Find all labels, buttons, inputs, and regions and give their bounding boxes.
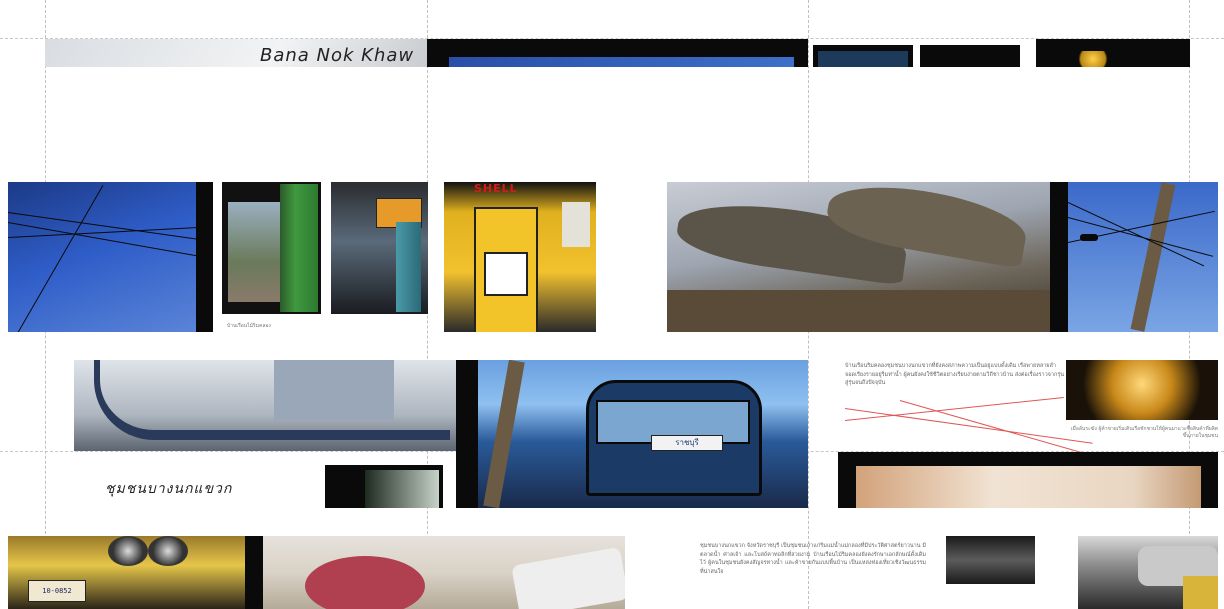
shell-sign: SHELL — [474, 182, 518, 195]
spread-title: Bana Nok Khaw — [260, 45, 415, 66]
photo-green-door — [222, 182, 321, 314]
decor-line — [844, 408, 1093, 444]
photo-lamp — [1036, 39, 1190, 67]
photo-car-front: 10-0852 — [8, 536, 245, 609]
decor-line — [899, 400, 1093, 457]
photo-small-dark — [920, 45, 1020, 67]
bus-destination-sign: ราชบุรี — [651, 435, 723, 451]
body-paragraph: ชุมชนบางนกแขวก จังหวัดราชบุรี เป็นชุมชนเ… — [700, 543, 926, 575]
photo-bus: ราชบุรี — [456, 360, 808, 508]
photo-alley — [946, 536, 1035, 584]
photo-gutter — [1050, 182, 1068, 332]
photo-interior-warm — [838, 452, 1218, 508]
photo-caption: เมื่อลั่นระฆัง ผู้ค้าขายเริ่มเดินเรือชัก… — [1070, 426, 1218, 439]
photo-small-interior — [325, 465, 443, 508]
decor-line — [844, 397, 1064, 421]
license-plate: 10-0852 — [28, 580, 86, 602]
photo-dark-top — [427, 39, 808, 67]
photo-table — [245, 536, 625, 609]
photo-caption: บ้านเรือนไม้ริมคลอง — [227, 323, 271, 329]
photo-corridor — [331, 182, 428, 314]
photo-wall-title: Bana Nok Khaw — [45, 39, 427, 67]
photo-pole-wires — [1068, 182, 1218, 332]
section-title: ชุมชนบางนกแขวก — [105, 481, 233, 497]
photo-boat-closeup — [74, 360, 456, 451]
photo-boats — [667, 182, 1050, 332]
photo-lit-sign — [1066, 360, 1218, 420]
photo-small-dark — [813, 45, 913, 67]
body-paragraph: บ้านเรือนริมคลองชุมชนบางนกแขวกที่ยังคงสภ… — [845, 363, 1065, 386]
photo-sky-wires — [8, 182, 213, 332]
photo-street-cars — [1078, 536, 1218, 609]
photo-gas-pump: SHELL — [444, 182, 596, 332]
